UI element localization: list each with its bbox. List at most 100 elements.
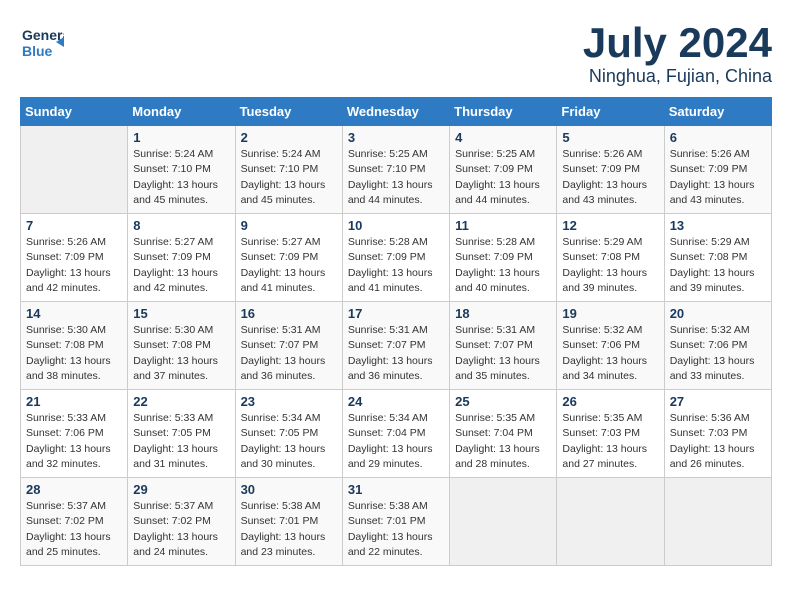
day-info: Sunrise: 5:29 AM Sunset: 7:08 PM Dayligh… — [670, 235, 766, 296]
day-info: Sunrise: 5:31 AM Sunset: 7:07 PM Dayligh… — [241, 323, 337, 384]
day-number: 26 — [562, 394, 658, 409]
day-number: 23 — [241, 394, 337, 409]
day-number: 13 — [670, 218, 766, 233]
day-number: 6 — [670, 130, 766, 145]
calendar-cell: 18 Sunrise: 5:31 AM Sunset: 7:07 PM Dayli… — [450, 302, 557, 390]
calendar-cell: 10 Sunrise: 5:28 AM Sunset: 7:09 PM Dayli… — [342, 214, 449, 302]
day-number: 22 — [133, 394, 229, 409]
day-number: 29 — [133, 482, 229, 497]
calendar-cell: 29Sunrise: 5:37 AM Sunset: 7:02 PM Dayli… — [128, 478, 235, 566]
day-number: 5 — [562, 130, 658, 145]
calendar-cell: 22 Sunrise: 5:33 AM Sunset: 7:05 PM Dayli… — [128, 390, 235, 478]
day-info: Sunrise: 5:25 AM Sunset: 7:10 PM Dayligh… — [348, 147, 444, 208]
day-number: 10 — [348, 218, 444, 233]
calendar-cell: 31 Sunrise: 5:38 AM Sunset: 7:01 PM Dayli… — [342, 478, 449, 566]
calendar-cell: 19 Sunrise: 5:32 AM Sunset: 7:06 PM Dayli… — [557, 302, 664, 390]
calendar-cell: 13 Sunrise: 5:29 AM Sunset: 7:08 PM Dayli… — [664, 214, 771, 302]
day-number: 2 — [241, 130, 337, 145]
calendar-cell: 23Sunrise: 5:34 AM Sunset: 7:05 PM Dayli… — [235, 390, 342, 478]
calendar-cell: 9 Sunrise: 5:27 AM Sunset: 7:09 PM Daylig… — [235, 214, 342, 302]
calendar-week-row: 7 Sunrise: 5:26 AM Sunset: 7:09 PM Daylig… — [21, 214, 772, 302]
calendar-cell — [557, 478, 664, 566]
day-info: Sunrise: 5:32 AM Sunset: 7:06 PM Dayligh… — [670, 323, 766, 384]
logo: General Blue — [20, 20, 64, 64]
calendar-cell: 17 Sunrise: 5:31 AM Sunset: 7:07 PM Dayli… — [342, 302, 449, 390]
calendar-cell: 21 Sunrise: 5:33 AM Sunset: 7:06 PM Dayli… — [21, 390, 128, 478]
day-number: 19 — [562, 306, 658, 321]
calendar-cell: 14 Sunrise: 5:30 AM Sunset: 7:08 PM Dayli… — [21, 302, 128, 390]
title-section: July 2024 Ninghua, Fujian, China — [583, 20, 772, 87]
day-info: Sunrise: 5:24 AM Sunset: 7:10 PM Dayligh… — [241, 147, 337, 208]
day-info: Sunrise: 5:26 AM Sunset: 7:09 PM Dayligh… — [562, 147, 658, 208]
calendar-cell: 16Sunrise: 5:31 AM Sunset: 7:07 PM Dayli… — [235, 302, 342, 390]
day-info: Sunrise: 5:29 AM Sunset: 7:08 PM Dayligh… — [562, 235, 658, 296]
calendar-cell — [21, 126, 128, 214]
calendar-week-row: 28 Sunrise: 5:37 AM Sunset: 7:02 PM Dayli… — [21, 478, 772, 566]
day-info: Sunrise: 5:31 AM Sunset: 7:07 PM Dayligh… — [455, 323, 551, 384]
day-number: 21 — [26, 394, 122, 409]
weekday-header-wednesday: Wednesday — [342, 98, 449, 126]
weekday-header-sunday: Sunday — [21, 98, 128, 126]
day-number: 28 — [26, 482, 122, 497]
day-info: Sunrise: 5:36 AM Sunset: 7:03 PM Dayligh… — [670, 411, 766, 472]
day-info: Sunrise: 5:37 AM Sunset: 7:02 PM Dayligh… — [26, 499, 122, 560]
day-number: 15 — [133, 306, 229, 321]
calendar-cell: 2 Sunrise: 5:24 AM Sunset: 7:10 PM Daylig… — [235, 126, 342, 214]
day-info: Sunrise: 5:33 AM Sunset: 7:06 PM Dayligh… — [26, 411, 122, 472]
day-info: Sunrise: 5:34 AM Sunset: 7:04 PM Dayligh… — [348, 411, 444, 472]
day-info: Sunrise: 5:30 AM Sunset: 7:08 PM Dayligh… — [26, 323, 122, 384]
day-info: Sunrise: 5:32 AM Sunset: 7:06 PM Dayligh… — [562, 323, 658, 384]
calendar-cell — [664, 478, 771, 566]
calendar-week-row: 1 Sunrise: 5:24 AM Sunset: 7:10 PM Daylig… — [21, 126, 772, 214]
header: General Blue July 2024 Ninghua, Fujian, … — [20, 20, 772, 87]
svg-text:Blue: Blue — [22, 43, 53, 59]
day-number: 14 — [26, 306, 122, 321]
day-info: Sunrise: 5:30 AM Sunset: 7:08 PM Dayligh… — [133, 323, 229, 384]
weekday-header-saturday: Saturday — [664, 98, 771, 126]
day-number: 3 — [348, 130, 444, 145]
calendar-cell: 26 Sunrise: 5:35 AM Sunset: 7:03 PM Dayli… — [557, 390, 664, 478]
weekday-header-tuesday: Tuesday — [235, 98, 342, 126]
day-number: 4 — [455, 130, 551, 145]
calendar-cell: 1 Sunrise: 5:24 AM Sunset: 7:10 PM Daylig… — [128, 126, 235, 214]
calendar-cell: 24 Sunrise: 5:34 AM Sunset: 7:04 PM Dayli… — [342, 390, 449, 478]
day-number: 31 — [348, 482, 444, 497]
day-number: 7 — [26, 218, 122, 233]
day-info: Sunrise: 5:24 AM Sunset: 7:10 PM Dayligh… — [133, 147, 229, 208]
day-info: Sunrise: 5:33 AM Sunset: 7:05 PM Dayligh… — [133, 411, 229, 472]
day-info: Sunrise: 5:35 AM Sunset: 7:04 PM Dayligh… — [455, 411, 551, 472]
weekday-header-thursday: Thursday — [450, 98, 557, 126]
calendar-cell: 4 Sunrise: 5:25 AM Sunset: 7:09 PM Daylig… — [450, 126, 557, 214]
day-info: Sunrise: 5:31 AM Sunset: 7:07 PM Dayligh… — [348, 323, 444, 384]
day-number: 1 — [133, 130, 229, 145]
day-number: 9 — [241, 218, 337, 233]
logo-icon: General Blue — [20, 20, 64, 64]
day-number: 24 — [348, 394, 444, 409]
day-info: Sunrise: 5:35 AM Sunset: 7:03 PM Dayligh… — [562, 411, 658, 472]
calendar-cell: 7 Sunrise: 5:26 AM Sunset: 7:09 PM Daylig… — [21, 214, 128, 302]
calendar-cell — [450, 478, 557, 566]
calendar-week-row: 21 Sunrise: 5:33 AM Sunset: 7:06 PM Dayli… — [21, 390, 772, 478]
day-info: Sunrise: 5:26 AM Sunset: 7:09 PM Dayligh… — [26, 235, 122, 296]
day-number: 30 — [241, 482, 337, 497]
weekday-header-row: SundayMondayTuesdayWednesdayThursdayFrid… — [21, 98, 772, 126]
day-info: Sunrise: 5:28 AM Sunset: 7:09 PM Dayligh… — [348, 235, 444, 296]
day-number: 11 — [455, 218, 551, 233]
day-number: 17 — [348, 306, 444, 321]
weekday-header-friday: Friday — [557, 98, 664, 126]
calendar-cell: 28 Sunrise: 5:37 AM Sunset: 7:02 PM Dayli… — [21, 478, 128, 566]
calendar-table: SundayMondayTuesdayWednesdayThursdayFrid… — [20, 97, 772, 566]
svg-text:General: General — [22, 27, 64, 43]
month-title: July 2024 — [583, 20, 772, 66]
day-number: 25 — [455, 394, 551, 409]
day-info: Sunrise: 5:25 AM Sunset: 7:09 PM Dayligh… — [455, 147, 551, 208]
day-number: 20 — [670, 306, 766, 321]
day-number: 18 — [455, 306, 551, 321]
calendar-cell: 12Sunrise: 5:29 AM Sunset: 7:08 PM Dayli… — [557, 214, 664, 302]
calendar-cell: 5 Sunrise: 5:26 AM Sunset: 7:09 PM Daylig… — [557, 126, 664, 214]
calendar-cell: 20 Sunrise: 5:32 AM Sunset: 7:06 PM Dayli… — [664, 302, 771, 390]
day-info: Sunrise: 5:38 AM Sunset: 7:01 PM Dayligh… — [348, 499, 444, 560]
calendar-week-row: 14 Sunrise: 5:30 AM Sunset: 7:08 PM Dayli… — [21, 302, 772, 390]
day-info: Sunrise: 5:38 AM Sunset: 7:01 PM Dayligh… — [241, 499, 337, 560]
day-info: Sunrise: 5:27 AM Sunset: 7:09 PM Dayligh… — [241, 235, 337, 296]
